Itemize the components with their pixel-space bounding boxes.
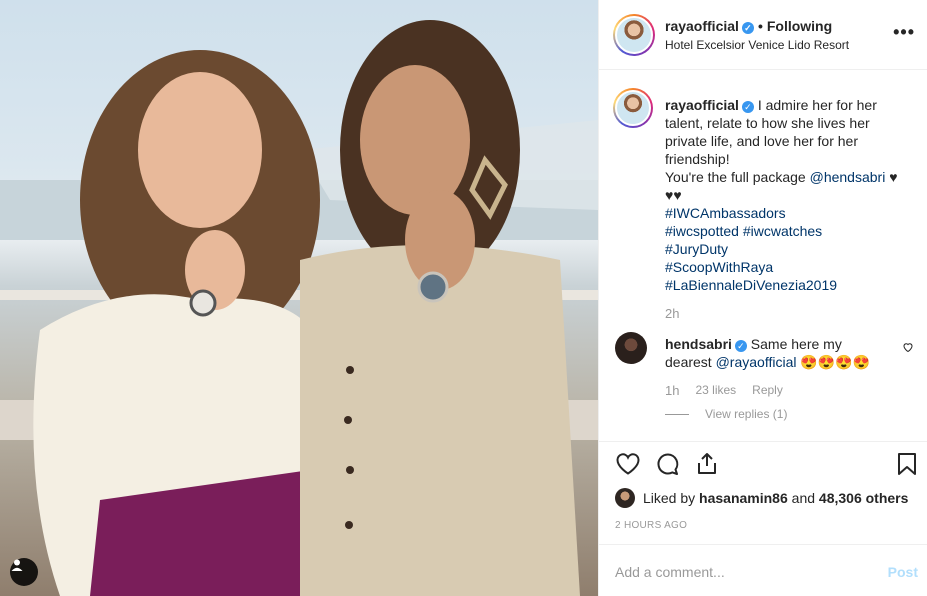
heart-icon[interactable] [615, 452, 641, 476]
comment-like-heart-icon[interactable] [902, 340, 914, 356]
comment-icon[interactable] [655, 452, 681, 476]
post-header: rayaofficial ✓ • Following Hotel Excelsior … [599, 0, 927, 70]
verified-badge-icon: ✓ [741, 101, 754, 113]
separator-dot: • [757, 18, 763, 34]
post-comment-button[interactable]: Post [888, 564, 918, 580]
view-replies-line [665, 413, 689, 415]
liker-avatar[interactable] [615, 488, 635, 508]
comment-input[interactable]: Add a comment... [615, 564, 725, 580]
reply-mention[interactable]: @rayaofficial [716, 354, 797, 370]
likes-count[interactable]: 48,306 others [819, 490, 909, 506]
photo-illustration [0, 20, 598, 596]
action-bar [599, 452, 927, 482]
hashtag-4[interactable]: #LaBiennaleDiVenezia2019 [665, 276, 905, 294]
hashtag-0[interactable]: #IWCAmbassadors [665, 204, 905, 222]
caption-mention[interactable]: @hendsabri [810, 169, 886, 185]
user-tag-button[interactable] [10, 558, 38, 586]
reply-likes[interactable]: 23 likes [695, 383, 736, 398]
more-options-icon[interactable]: ••• [893, 22, 915, 43]
hashtag-2[interactable]: #JuryDuty [665, 240, 905, 258]
author-avatar[interactable] [613, 14, 655, 56]
caption-avatar[interactable] [613, 88, 653, 128]
hashtag-1[interactable]: #iwcspotted #iwcwatches [665, 222, 905, 240]
reply-meta: 1h 23 likes Reply [665, 383, 783, 398]
author-line: rayaofficial ✓ • Following [665, 18, 832, 34]
reply-time[interactable]: 1h [665, 383, 679, 398]
reply-username[interactable]: hendsabri [665, 336, 732, 352]
post-photo[interactable] [0, 0, 598, 596]
view-replies-label: View replies (1) [705, 407, 788, 421]
liker-username[interactable]: hasanamin86 [699, 490, 788, 506]
reply-text: hendsabri ✓ Same here my dearest @rayaoff… [665, 335, 885, 371]
post-side-panel: rayaofficial ✓ • Following Hotel Excelsior … [598, 0, 927, 596]
post-location[interactable]: Hotel Excelsior Venice Lido Resort [665, 38, 849, 52]
hashtag-3[interactable]: #ScoopWithRaya [665, 258, 905, 276]
bookmark-icon[interactable] [897, 452, 917, 476]
caption-body-2: You're the full package [665, 169, 806, 185]
author-username[interactable]: rayaofficial [665, 18, 739, 34]
likes-prefix: Liked by [643, 490, 696, 506]
add-comment-bar: Add a comment... Post [599, 544, 927, 596]
verified-badge-icon: ✓ [741, 22, 754, 34]
caption-text: rayaofficial ✓ I admire her for her talen… [665, 96, 905, 294]
user-tag-icon [11, 559, 23, 571]
verified-badge-icon: ✓ [734, 340, 747, 352]
share-icon[interactable] [695, 452, 719, 476]
view-replies-button[interactable]: View replies (1) [665, 407, 787, 421]
following-button[interactable]: Following [767, 18, 832, 34]
likes-summary: Liked by hasanamin86 and 48,306 others [615, 488, 908, 508]
comments-section: rayaofficial ✓ I admire her for her talen… [599, 70, 927, 442]
reply-avatar[interactable] [615, 332, 647, 364]
likes-middle: and [791, 490, 816, 506]
post-timestamp[interactable]: 2 HOURS AGO [615, 520, 687, 531]
reply-emoji: 😍😍😍😍 [800, 354, 871, 370]
reply-button[interactable]: Reply [752, 383, 783, 398]
caption-time[interactable]: 2h [665, 306, 679, 321]
caption-username[interactable]: rayaofficial [665, 97, 739, 113]
